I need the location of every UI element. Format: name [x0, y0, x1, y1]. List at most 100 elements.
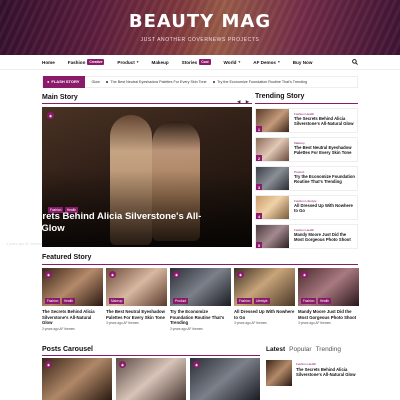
nav-item-fashion[interactable]: Fashion Creative: [67, 59, 105, 65]
featured-image: ◉ Fashion Health: [42, 268, 103, 306]
nav-item-home[interactable]: Home: [42, 60, 55, 65]
rank-badge: 3: [256, 184, 262, 190]
chevron-down-icon: ▾: [136, 60, 139, 64]
featured-card[interactable]: ◉ Fashion Lifestyle All Dressed Up With …: [234, 268, 295, 325]
divider: [42, 355, 260, 356]
rank-badge: 1: [256, 126, 262, 132]
featured-title: The Best Neutral Eyeshadow Palettes For …: [106, 309, 165, 320]
thumb-icon: [105, 80, 109, 84]
featured-meta: 3 years ago AF themes: [298, 321, 331, 325]
category-tags: Fashion Lifestyle: [237, 298, 270, 304]
tab-popular[interactable]: Popular: [289, 346, 311, 353]
camera-icon: ◉: [45, 361, 52, 368]
camera-icon: ◉: [237, 271, 244, 278]
camera-icon: ◉: [301, 271, 308, 278]
flash-story-label: ● FLASH STORY: [43, 75, 86, 88]
trending-title: Try the Economize Foundation Routine Tha…: [294, 174, 355, 184]
category-tag[interactable]: Product: [173, 298, 188, 304]
flash-item[interactable]: Try the Economize Foundation Routine Tha…: [212, 80, 308, 84]
flash-item-text: Try the Economize Foundation Routine Tha…: [217, 80, 308, 84]
featured-card[interactable]: ◉ Fashion Health Mandy Moore Just Did th…: [298, 268, 359, 325]
trending-item[interactable]: 5 Fashion Health Mandy Moore Just Did th…: [255, 224, 358, 249]
camera-icon: ◉: [47, 112, 54, 119]
featured-meta: 3 years ago AF themes: [106, 321, 139, 325]
trending-item[interactable]: 1 Fashion Health The Secrets Behind Alic…: [255, 108, 358, 133]
category-tag[interactable]: Fashion: [301, 298, 317, 304]
carousel-image[interactable]: ◉: [190, 358, 260, 400]
category-tag[interactable]: Fashion: [45, 298, 61, 304]
nav-label: Home: [42, 59, 55, 65]
carousel-heading: Posts Carousel: [42, 346, 93, 353]
rank-badge: 2: [256, 155, 262, 161]
nav-label: World: [223, 59, 237, 65]
category-tag[interactable]: Health: [317, 298, 332, 304]
nav-badge: Cool: [199, 59, 211, 65]
nav-label: Stories: [181, 59, 198, 65]
nav-item-world[interactable]: World ▾: [224, 60, 241, 65]
category-tags: Fashion Health: [301, 298, 332, 304]
tab-latest[interactable]: Latest: [266, 346, 285, 353]
carousel-image[interactable]: ◉: [42, 358, 112, 400]
site-header: BEAUTY MAG JUST ANOTHER COVERNEWS PROJEC…: [0, 0, 400, 55]
category-tag[interactable]: Makeup: [109, 298, 125, 304]
latest-category: Fashion Health: [296, 362, 317, 366]
latest-tabs: Latest Popular Trending: [266, 346, 341, 353]
category-tags: Product: [173, 298, 188, 304]
camera-icon: ◉: [119, 361, 126, 368]
category-tag[interactable]: Fashion: [237, 298, 253, 304]
flash-story-bar: ● FLASH STORY Glow The Best Neutral Eyes…: [42, 75, 358, 88]
nav-label: Makeup: [151, 59, 169, 65]
nav-label: Product: [117, 59, 135, 65]
category-tag[interactable]: Lifestyle: [253, 298, 270, 304]
main-story-heading: Main Story: [42, 94, 78, 101]
category-tags: Fashion Health: [45, 298, 76, 304]
featured-meta: 3 years ago AF themes: [42, 326, 75, 331]
main-story-meta: 3 years ago AF themes: [6, 242, 42, 246]
nav-item-makeup[interactable]: Makeup: [152, 60, 169, 65]
rank-badge: 4: [256, 213, 262, 219]
camera-icon: ◉: [193, 361, 200, 368]
tab-trending[interactable]: Trending: [316, 346, 341, 353]
featured-card[interactable]: ◉ Makeup The Best Neutral Eyeshadow Pale…: [106, 268, 167, 325]
featured-title: All Dressed Up With Nowhere to Go: [234, 309, 295, 320]
camera-icon: ◉: [109, 271, 116, 278]
carousel-image[interactable]: ◉: [116, 358, 186, 400]
nav-item-stories[interactable]: Stories Cool: [181, 59, 211, 65]
trending-item[interactable]: 3 Product Try the Economize Foundation R…: [255, 166, 358, 191]
site-title[interactable]: BEAUTY MAG: [0, 11, 400, 32]
featured-meta: 3 years ago AF themes: [234, 321, 267, 325]
main-story-title[interactable]: The Secrets Behind Alicia Silverstone's …: [6, 211, 206, 235]
featured-card[interactable]: ◉ Product Try the Economize Foundation R…: [170, 268, 231, 331]
featured-image: ◉ Fashion Lifestyle: [234, 268, 295, 306]
featured-meta: 3 years ago AF themes: [170, 326, 203, 331]
search-icon[interactable]: [352, 59, 358, 67]
featured-title: Mandy Moore Just Did the Most Gorgeous P…: [298, 309, 357, 320]
trending-title: The Secrets Behind Alicia Silverstone's …: [294, 116, 354, 126]
divider: [255, 103, 358, 104]
latest-thumbnail: [266, 360, 292, 386]
nav-label: Fashion: [67, 59, 86, 65]
category-tag[interactable]: Health: [61, 298, 76, 304]
carousel-arrows[interactable]: ◀ ▶: [237, 99, 251, 105]
trending-item[interactable]: 4 Fashion Lifestyle All Dressed Up With …: [255, 195, 358, 220]
nav-item-buy-now[interactable]: Buy Now: [293, 60, 313, 65]
camera-icon: ◉: [173, 271, 180, 278]
flash-label-text: FLASH STORY: [51, 79, 80, 84]
rank-badge: 5: [256, 242, 262, 248]
nav-item-product[interactable]: Product ▾: [117, 60, 138, 65]
nav-label: Buy Now: [292, 59, 313, 65]
divider: [42, 103, 252, 104]
flash-item[interactable]: The Best Neutral Eyeshadow Palettes For …: [105, 80, 207, 84]
featured-card[interactable]: ◉ Fashion Health The Secrets Behind Alic…: [42, 268, 103, 331]
thumb-icon: [212, 80, 216, 84]
flash-item-text: The Best Neutral Eyeshadow Palettes For …: [110, 80, 207, 84]
latest-item[interactable]: Fashion Health The Secrets Behind Alicia…: [266, 360, 358, 388]
flash-item[interactable]: Glow: [91, 80, 99, 84]
trending-title: The Best Neutral Eyeshadow Palettes For …: [294, 145, 352, 155]
trending-item[interactable]: 2 Makeup The Best Neutral Eyeshadow Pale…: [255, 137, 358, 162]
bolt-icon: ●: [47, 79, 50, 84]
chevron-down-icon: ▾: [277, 60, 280, 64]
nav-item-af-demos[interactable]: AF Demos ▾: [253, 60, 279, 65]
nav-badge: Creative: [87, 59, 105, 65]
main-nav: Home Fashion Creative Product ▾ Makeup Sto…: [0, 55, 400, 70]
